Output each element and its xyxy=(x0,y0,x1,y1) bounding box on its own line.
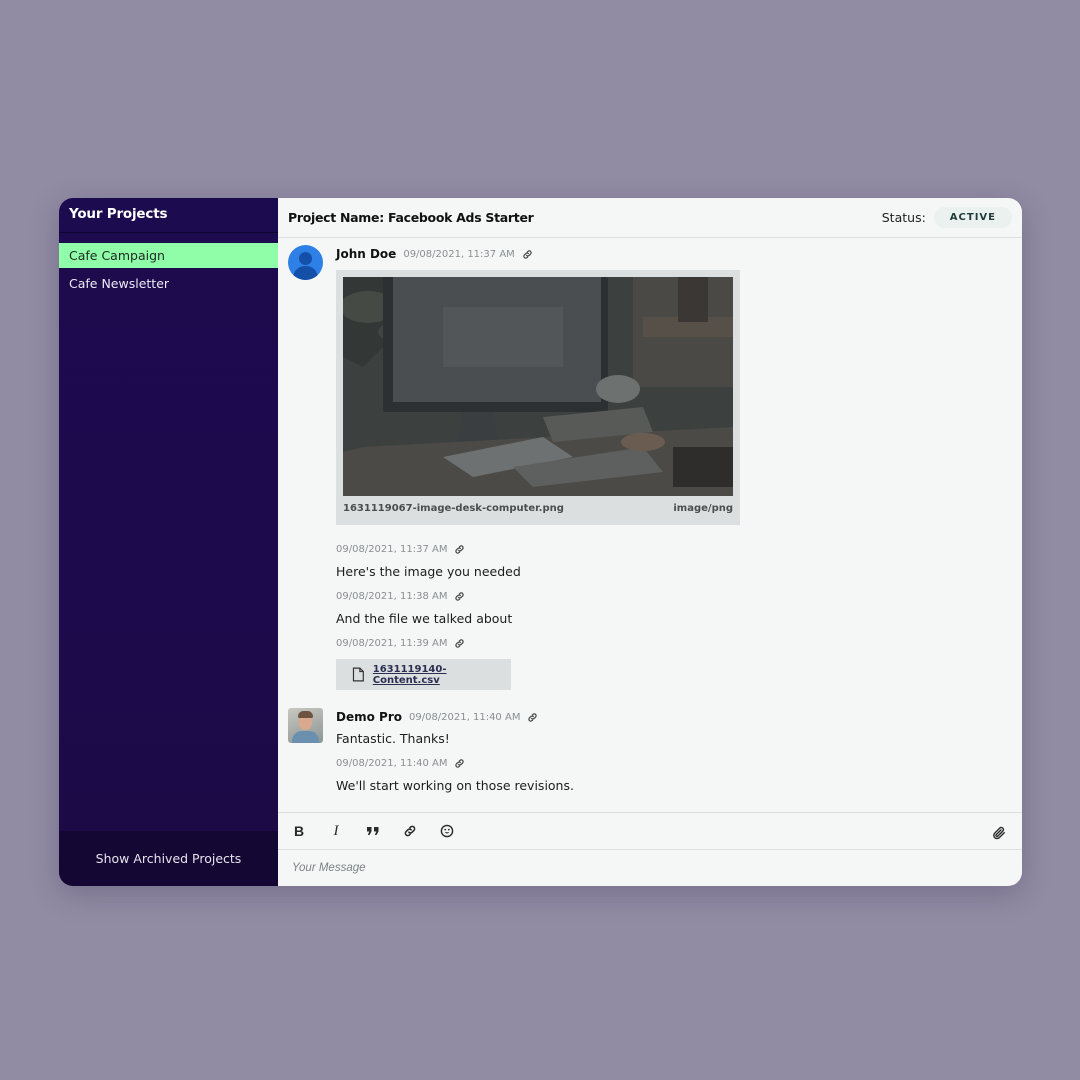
message-timestamp: 09/08/2021, 11:38 AM xyxy=(336,591,448,602)
user-photo-avatar xyxy=(288,708,323,743)
message-header: Demo Pro 09/08/2021, 11:40 AM xyxy=(336,710,538,724)
chat-panel: Project Name: Facebook Ads Starter Statu… xyxy=(278,198,1022,886)
message-header: 09/08/2021, 11:37 AM xyxy=(336,544,465,555)
message-author: John Doe xyxy=(336,247,397,261)
bold-icon[interactable]: B xyxy=(292,823,306,839)
permalink-icon[interactable] xyxy=(522,249,533,260)
permalink-icon[interactable] xyxy=(527,712,538,723)
message-timestamp: 09/08/2021, 11:37 AM xyxy=(403,248,515,260)
permalink-icon[interactable] xyxy=(454,591,465,602)
sidebar-title: Your Projects xyxy=(69,206,168,222)
sidebar-footer: Show Archived Projects xyxy=(59,831,278,886)
message-author: Demo Pro xyxy=(336,710,402,724)
image-attachment[interactable]: 1631119067-image-desk-computer.png image… xyxy=(336,270,740,525)
project-item-cafe-newsletter[interactable]: Cafe Newsletter xyxy=(59,271,278,296)
link-icon[interactable] xyxy=(403,824,417,838)
italic-icon[interactable]: I xyxy=(329,823,343,839)
emoji-icon[interactable] xyxy=(440,824,454,838)
app-window: Your Projects Cafe Campaign Cafe Newslet… xyxy=(59,198,1022,886)
message-header: 09/08/2021, 11:38 AM xyxy=(336,591,465,602)
message-timestamp: 09/08/2021, 11:39 AM xyxy=(336,638,448,649)
message-composer: B I xyxy=(278,812,1022,886)
message-text: Here's the image you needed xyxy=(336,564,521,579)
message-timestamp: 09/08/2021, 11:40 AM xyxy=(408,711,521,723)
status: Status: ACTIVE xyxy=(882,207,1012,228)
file-attachment[interactable]: 1631119140-Content.csv xyxy=(336,659,511,690)
image-mime-type: image/png xyxy=(673,503,733,514)
attachment-image-preview[interactable] xyxy=(343,277,733,496)
status-badge: ACTIVE xyxy=(933,207,1012,228)
image-caption: 1631119067-image-desk-computer.png image… xyxy=(343,503,733,514)
message-timestamp: 09/08/2021, 11:37 AM xyxy=(336,544,448,555)
file-attachment-name[interactable]: 1631119140-Content.csv xyxy=(373,664,511,686)
message-text: Fantastic. Thanks! xyxy=(336,731,450,746)
user-avatar-icon xyxy=(288,245,323,280)
project-list: Cafe Campaign Cafe Newsletter xyxy=(59,243,278,299)
message-text: And the file we talked about xyxy=(336,611,513,626)
project-item-cafe-campaign[interactable]: Cafe Campaign xyxy=(59,243,278,268)
sidebar-header: Your Projects xyxy=(59,198,278,233)
projects-sidebar: Your Projects Cafe Campaign Cafe Newslet… xyxy=(59,198,278,886)
permalink-icon[interactable] xyxy=(454,638,465,649)
message-header: 09/08/2021, 11:39 AM xyxy=(336,638,465,649)
file-icon xyxy=(352,667,364,682)
paperclip-icon[interactable] xyxy=(992,825,1006,840)
chat-header: Project Name: Facebook Ads Starter Statu… xyxy=(278,198,1022,238)
message-header: 09/08/2021, 11:40 AM xyxy=(336,758,465,769)
message-header: John Doe 09/08/2021, 11:37 AM xyxy=(336,247,533,261)
status-label: Status: xyxy=(881,210,926,225)
formatting-toolbar: B I xyxy=(278,813,1022,850)
message-list: John Doe 09/08/2021, 11:37 AM 1631119067… xyxy=(278,238,1022,812)
image-filename: 1631119067-image-desk-computer.png xyxy=(343,503,564,514)
message-text: We'll start working on those revisions. xyxy=(336,778,574,793)
message-input[interactable] xyxy=(278,850,1022,886)
message-timestamp: 09/08/2021, 11:40 AM xyxy=(336,758,448,769)
project-name: Project Name: Facebook Ads Starter xyxy=(288,210,534,225)
quote-icon[interactable] xyxy=(366,824,380,838)
permalink-icon[interactable] xyxy=(454,544,465,555)
permalink-icon[interactable] xyxy=(454,758,465,769)
show-archived-projects-button[interactable]: Show Archived Projects xyxy=(96,851,242,866)
